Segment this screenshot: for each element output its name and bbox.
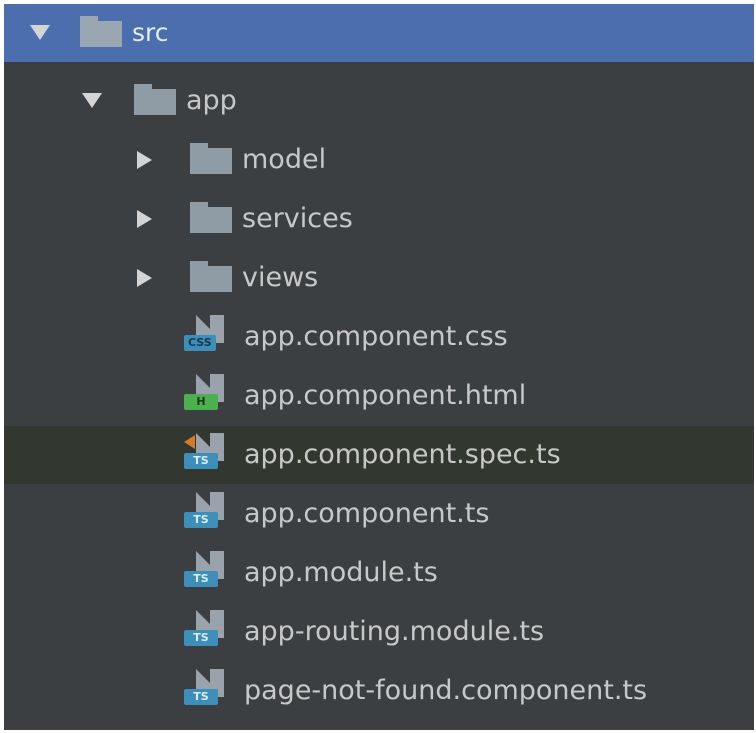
tree-item-label: app.component.css (244, 321, 508, 352)
tree-item-src[interactable]: src (4, 4, 754, 62)
chevron-right-icon[interactable] (137, 210, 152, 228)
file-type-badge: H (184, 394, 218, 410)
tree-item-label: services (242, 203, 353, 234)
tree-item-label: app.component.html (244, 380, 527, 411)
tree-item-services[interactable]: services (4, 190, 754, 248)
tree-item-label: src (132, 18, 169, 47)
test-marker-icon (184, 435, 195, 449)
tree-item-app-component-spec-ts[interactable]: TS app.component.spec.ts (4, 426, 754, 484)
tree-item-app-component-html[interactable]: H app.component.html (4, 367, 754, 425)
css-file-icon: CSS (184, 315, 230, 357)
file-type-badge: CSS (184, 335, 216, 351)
folder-icon (190, 143, 232, 174)
tree-item-label: app-routing.module.ts (244, 616, 545, 647)
file-type-badge: TS (184, 630, 218, 646)
file-type-badge: TS (184, 512, 218, 528)
tree-item-app-component-css[interactable]: CSS app.component.css (4, 308, 754, 366)
tree-item-label: page-not-found.component.ts (244, 675, 648, 706)
file-type-badge: TS (184, 571, 218, 587)
project-tree: src app model services views CSS app.com… (4, 4, 754, 730)
file-type-badge: TS (184, 453, 218, 469)
folder-icon (134, 84, 176, 115)
tree-item-views[interactable]: views (4, 249, 754, 307)
tree-item-label: model (242, 144, 327, 175)
chevron-down-icon[interactable] (82, 93, 102, 108)
tree-item-label: views (242, 262, 319, 293)
tree-item-app-module-ts[interactable]: TS app.module.ts (4, 544, 754, 602)
chevron-down-icon[interactable] (30, 25, 50, 40)
tree-item-app-component-ts[interactable]: TS app.component.ts (4, 485, 754, 543)
ts-file-icon: TS (184, 669, 230, 711)
chevron-right-icon[interactable] (137, 151, 152, 169)
folder-icon (190, 261, 232, 292)
html-file-icon: H (184, 374, 230, 416)
folder-icon (190, 202, 232, 233)
tree-item-model[interactable]: model (4, 131, 754, 189)
ts-file-icon: TS (184, 610, 230, 652)
tree-item-label: app.component.ts (244, 498, 490, 529)
tree-item-label: app (186, 85, 237, 116)
ts-file-icon: TS (184, 551, 230, 593)
tree-item-page-not-found-component-ts[interactable]: TS page-not-found.component.ts (4, 662, 754, 720)
file-type-badge: TS (184, 689, 218, 705)
tree-item-app-routing-module-ts[interactable]: TS app-routing.module.ts (4, 603, 754, 661)
folder-icon (80, 16, 122, 47)
chevron-right-icon[interactable] (137, 269, 152, 287)
ts-file-icon: TS (184, 492, 230, 534)
tree-item-label: app.module.ts (244, 557, 438, 588)
test-ts-file-icon: TS (184, 433, 230, 475)
tree-item-app[interactable]: app (4, 72, 754, 130)
tree-item-label: app.component.spec.ts (244, 439, 561, 470)
